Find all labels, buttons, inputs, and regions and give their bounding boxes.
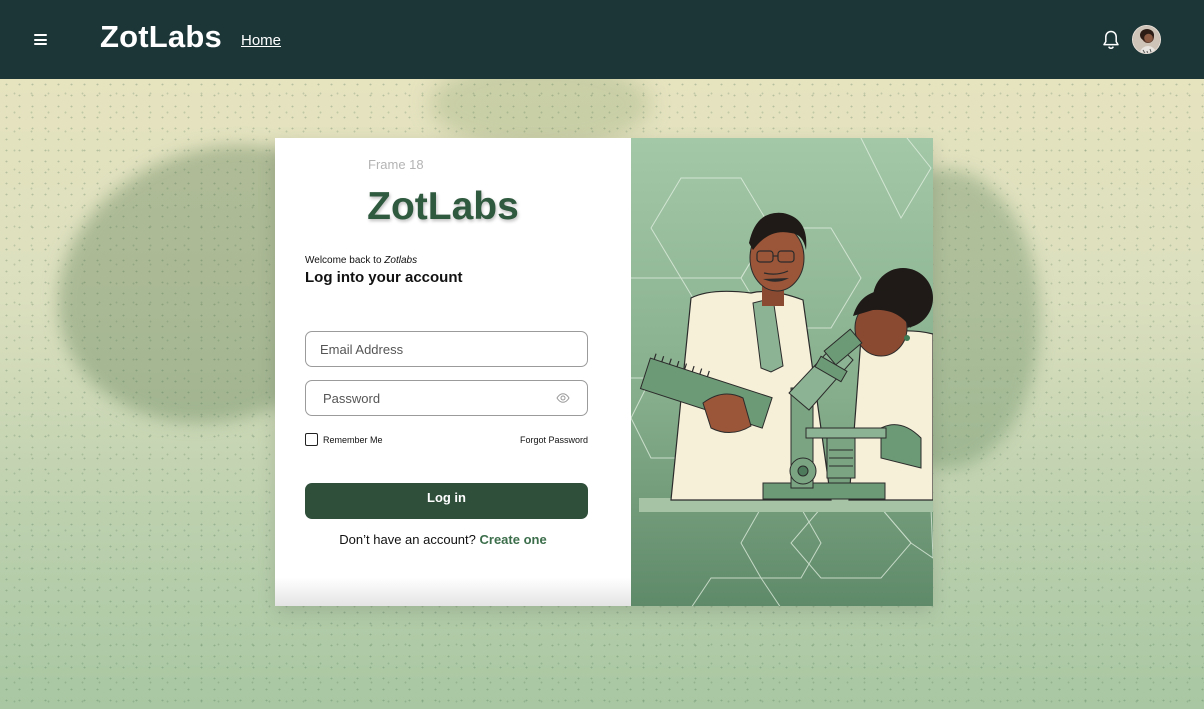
signup-prompt: Don’t have an account? Create one: [275, 532, 611, 547]
remember-me: Remember Me: [305, 433, 383, 446]
form-heading: Log into your account: [305, 269, 463, 286]
password-input[interactable]: [306, 381, 587, 415]
welcome-text: Welcome back to Zotlabs: [305, 255, 418, 266]
remember-label: Remember Me: [323, 434, 383, 445]
login-form-panel: Frame 18 ZotLabs Welcome back to Zotlabs…: [275, 138, 631, 606]
login-card: Frame 18 ZotLabs Welcome back to Zotlabs…: [275, 138, 933, 606]
eye-icon[interactable]: [556, 392, 570, 404]
bell-icon[interactable]: [1101, 29, 1121, 51]
frame-label: Frame 18: [368, 157, 424, 172]
email-input[interactable]: [306, 332, 587, 366]
remember-checkbox[interactable]: [305, 433, 318, 446]
password-field[interactable]: [305, 380, 588, 416]
scientists-illustration: [631, 138, 933, 606]
navbar-brand[interactable]: ZotLabs: [100, 19, 222, 55]
forgot-password-link[interactable]: Forgot Password: [520, 435, 588, 445]
card-logo: ZotLabs: [367, 185, 519, 228]
top-navbar: ZotLabs Home: [0, 0, 1204, 79]
signup-text: Don’t have an account?: [339, 532, 480, 547]
user-avatar[interactable]: [1132, 25, 1161, 54]
hamburger-menu-icon[interactable]: [34, 34, 47, 45]
login-button[interactable]: Log in: [305, 483, 588, 519]
email-field[interactable]: [305, 331, 588, 367]
create-account-link[interactable]: Create one: [480, 532, 547, 547]
home-link[interactable]: Home: [241, 32, 281, 49]
